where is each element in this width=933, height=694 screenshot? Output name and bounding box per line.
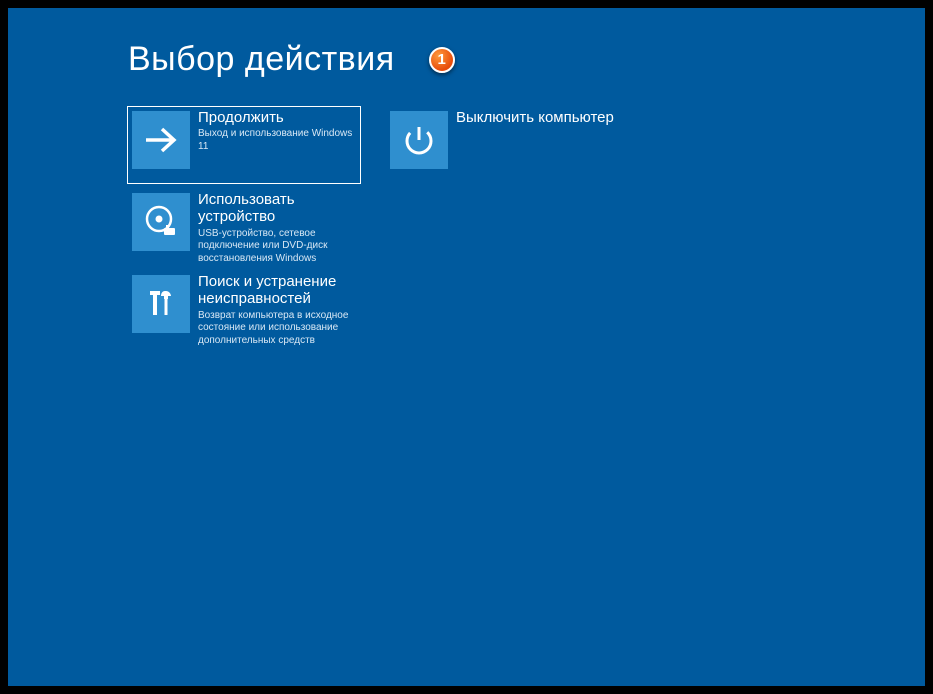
- tile-use-device[interactable]: Использовать устройство USB-устройство, …: [128, 189, 360, 265]
- tools-icon: [132, 275, 190, 333]
- tile-troubleshoot[interactable]: Поиск и устранение неисправностей Возвра…: [128, 271, 360, 347]
- page-title: Выбор действия: [128, 40, 395, 79]
- disc-icon: [132, 193, 190, 251]
- tile-shutdown-title: Выключить компьютер: [456, 109, 614, 126]
- tile-use-device-desc: USB-устройство, сетевое подключение или …: [198, 228, 356, 266]
- tile-troubleshoot-desc: Возврат компьютера в исходное состояние …: [198, 310, 356, 348]
- arrow-right-icon: [132, 111, 190, 169]
- tile-shutdown[interactable]: Выключить компьютер: [386, 107, 618, 183]
- tile-use-device-title: Использовать устройство: [198, 191, 356, 226]
- tile-continue[interactable]: Продолжить Выход и использование Windows…: [128, 107, 360, 183]
- tile-troubleshoot-title: Поиск и устранение неисправностей: [198, 273, 356, 308]
- tile-continue-desc: Выход и использование Windows 11: [198, 128, 356, 153]
- power-icon: [390, 111, 448, 169]
- tile-continue-title: Продолжить: [198, 109, 356, 126]
- annotation-badge: 1: [429, 47, 455, 73]
